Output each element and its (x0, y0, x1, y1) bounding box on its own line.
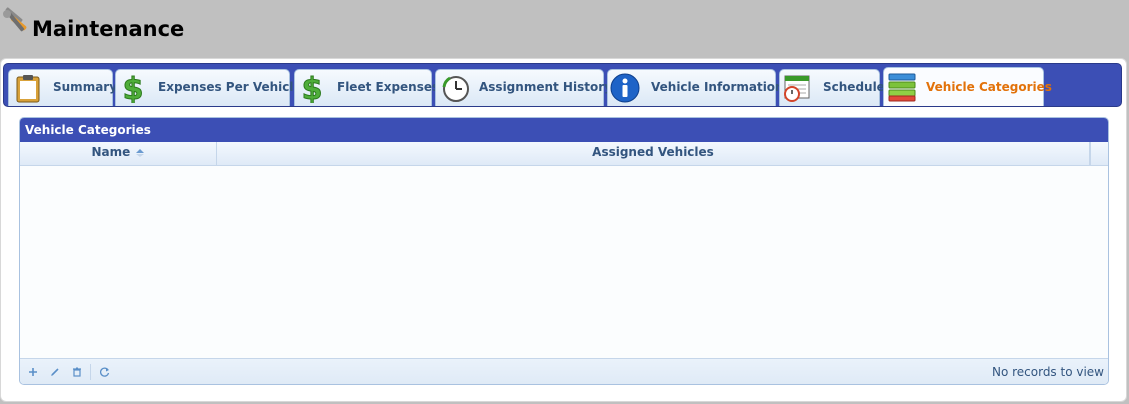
dollar-icon: $ (301, 73, 323, 103)
tab-vehicle-categories[interactable]: Vehicle Categories (883, 67, 1052, 106)
maintenance-panel: Summary $ Expenses Per Vehicle $ Fleet E… (0, 58, 1127, 402)
tab-schedule-label: Schedule (823, 80, 885, 94)
page-title: Maintenance (32, 17, 185, 41)
tab-summary[interactable]: Summary (8, 69, 117, 106)
vehicle-categories-grid: Vehicle Categories Name Assigned Vehicle… (19, 117, 1109, 385)
add-button[interactable] (25, 364, 41, 380)
refresh-icon (100, 367, 110, 377)
column-header-assigned-vehicles-label: Assigned Vehicles (592, 145, 714, 159)
column-header-name-label: Name (91, 145, 131, 159)
svg-text:$: $ (302, 73, 323, 103)
edit-button[interactable] (47, 364, 63, 380)
pager-separator (90, 364, 91, 380)
clipboard-icon (16, 75, 40, 103)
dollar-icon: $ (122, 73, 144, 103)
column-header-spacer (1090, 142, 1108, 165)
column-header-name[interactable]: Name (20, 142, 217, 165)
grid-pager: No records to view (20, 358, 1108, 384)
refresh-button[interactable] (97, 364, 113, 380)
tab-vehicle-information[interactable]: Vehicle Information (607, 69, 784, 106)
tab-vehicle-information-label: Vehicle Information (651, 80, 784, 94)
delete-button[interactable] (69, 364, 85, 380)
info-icon (610, 73, 640, 103)
add-icon (29, 368, 37, 376)
tab-schedule[interactable]: Schedule (779, 69, 885, 106)
grid-header: Name Assigned Vehicles (20, 142, 1108, 166)
tab-vehicle-categories-label: Vehicle Categories (926, 80, 1052, 94)
grid-caption: Vehicle Categories (20, 118, 1108, 142)
tab-fleet-expenses[interactable]: $ Fleet Expenses (294, 69, 439, 106)
pager-info: No records to view (991, 365, 1104, 379)
tools-icon (3, 7, 27, 32)
sort-ascending-icon (136, 148, 145, 157)
tab-assignment-history[interactable]: Assignment History (435, 69, 612, 106)
tab-expenses-per-vehicle-label: Expenses Per Vehicle (158, 80, 302, 94)
clock-history-icon (442, 76, 469, 102)
tab-bar: Summary $ Expenses Per Vehicle $ Fleet E… (3, 63, 1122, 107)
tab-summary-label: Summary (53, 80, 118, 94)
calendar-clock-icon (784, 75, 810, 102)
tab-assignment-history-label: Assignment History (479, 80, 612, 94)
edit-icon (51, 368, 59, 376)
tab-expenses-per-vehicle[interactable]: $ Expenses Per Vehicle (115, 69, 302, 106)
tab-fleet-expenses-label: Fleet Expenses (337, 80, 440, 94)
delete-icon (73, 367, 81, 377)
page-header: Maintenance (0, 0, 1129, 58)
column-header-assigned-vehicles[interactable]: Assigned Vehicles (217, 142, 1090, 165)
categories-icon (888, 73, 916, 102)
svg-text:$: $ (123, 73, 144, 103)
grid-body (20, 166, 1108, 358)
